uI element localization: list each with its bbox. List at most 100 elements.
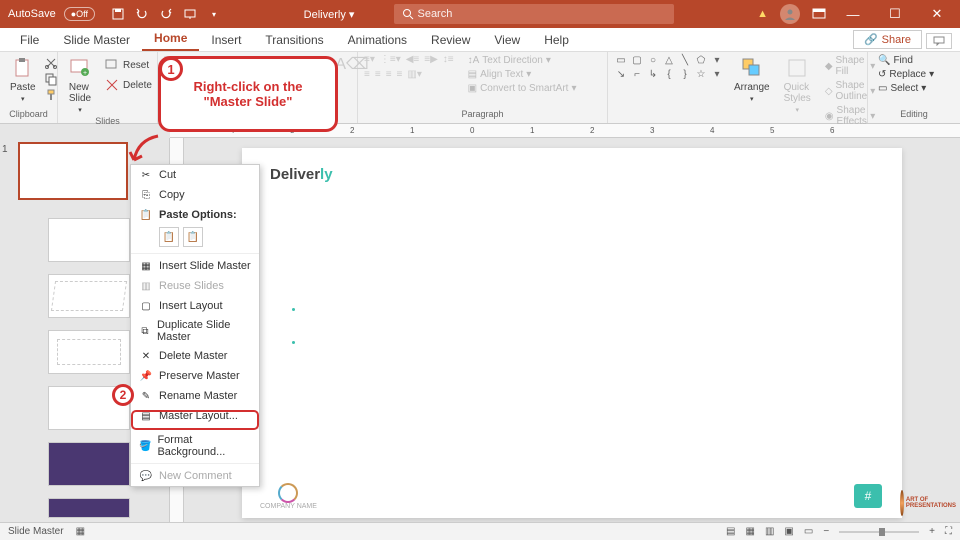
preserve-icon: 📌 [139, 369, 153, 383]
master-slide-canvas[interactable]: Deliverly COMPANY NAME # [242, 148, 902, 518]
ctx-preserve-master[interactable]: 📌Preserve Master [131, 366, 259, 386]
align-left-icon[interactable]: ≡ [364, 69, 370, 80]
status-mode-label: Slide Master [8, 526, 64, 537]
warning-icon[interactable]: ▲ [757, 8, 768, 20]
document-title[interactable]: Deliverly ▾ [304, 8, 355, 21]
ctx-master-layout[interactable]: ▤Master Layout... [131, 406, 259, 426]
tab-animations[interactable]: Animations [336, 29, 419, 51]
columns-icon[interactable]: ▥▾ [407, 69, 421, 80]
ctx-copy[interactable]: ⎘Copy [131, 185, 259, 205]
close-button[interactable]: ✕ [922, 6, 952, 22]
select-button[interactable]: ▭Select ▾ [874, 82, 930, 95]
title-bar: AutoSave ● Off ▾ Deliverly ▾ Search ▲ — … [0, 0, 960, 28]
accessibility-icon[interactable]: ▦ [76, 526, 85, 537]
find-button[interactable]: 🔍Find [874, 54, 917, 67]
annotation-arrow [128, 130, 168, 170]
ctx-delete-master[interactable]: ✕Delete Master [131, 346, 259, 366]
align-center-icon[interactable]: ≡ [375, 69, 381, 80]
increase-indent-icon[interactable]: ≡▶ [424, 54, 438, 65]
new-slide-button[interactable]: + New Slide▾ [64, 54, 96, 116]
cut-icon[interactable] [44, 56, 58, 70]
arrange-button[interactable]: Arrange▾ [730, 54, 774, 105]
annotation-badge-1: 1 [159, 57, 183, 81]
align-right-icon[interactable]: ≡ [386, 69, 392, 80]
ctx-insert-layout[interactable]: ▢Insert Layout [131, 296, 259, 316]
reading-view-icon[interactable]: ▣ [784, 526, 793, 537]
tab-transitions[interactable]: Transitions [253, 29, 335, 51]
sorter-view-icon[interactable]: ▥ [765, 526, 774, 537]
start-slideshow-icon[interactable] [183, 7, 197, 21]
insert-master-icon: ▦ [139, 259, 153, 273]
convert-smartart-button[interactable]: ▣Convert to SmartArt ▾ [464, 82, 581, 95]
shape-fill-icon: ◆ [825, 61, 833, 72]
layout-thumbnail-2[interactable] [48, 274, 130, 318]
master-slide-thumbnail[interactable] [18, 142, 128, 200]
slide-canvas-area[interactable]: Deliverly COMPANY NAME # [184, 138, 960, 528]
ctx-format-background[interactable]: 🪣Format Background... [131, 431, 259, 461]
tab-slide-master[interactable]: Slide Master [51, 29, 142, 51]
tab-home[interactable]: Home [142, 27, 199, 51]
normal-view-icon[interactable]: ▦ [746, 526, 755, 537]
qat-dropdown-icon[interactable]: ▾ [207, 7, 221, 21]
copy-icon[interactable] [44, 72, 58, 86]
autosave-label: AutoSave [8, 8, 56, 20]
master-number: 1 [2, 144, 8, 155]
layout-thumbnail-3[interactable] [48, 330, 130, 374]
search-box[interactable]: Search [394, 4, 674, 24]
share-button[interactable]: 🔗 Share [853, 30, 922, 49]
delete-button[interactable]: Delete [100, 76, 156, 94]
layout-thumbnail-6[interactable] [48, 498, 130, 518]
duplicate-icon: ⧉ [139, 324, 151, 338]
redo-icon[interactable] [159, 7, 173, 21]
tab-review[interactable]: Review [419, 29, 482, 51]
notes-button-icon[interactable]: ▤ [726, 526, 735, 537]
decrease-indent-icon[interactable]: ◀≡ [406, 54, 420, 65]
replace-button[interactable]: ↺Replace ▾ [874, 68, 938, 81]
align-text-button[interactable]: ▤Align Text ▾ [464, 68, 581, 81]
save-icon[interactable] [111, 7, 125, 21]
paste-option-theme[interactable]: 📋 [159, 227, 179, 247]
ribbon-display-icon[interactable] [812, 8, 826, 20]
paste-button[interactable]: Paste▾ [6, 54, 40, 105]
fit-window-button[interactable]: ⛶ [945, 526, 952, 537]
slideshow-view-icon[interactable]: ▭ [804, 526, 813, 537]
tab-file[interactable]: File [8, 29, 51, 51]
undo-icon[interactable] [135, 7, 149, 21]
text-direction-button[interactable]: ↕AText Direction ▾ [464, 54, 581, 67]
line-spacing-icon[interactable]: ↕≡ [443, 54, 454, 65]
shape-effects-icon: ◉ [825, 111, 834, 122]
zoom-out-button[interactable]: − [823, 526, 829, 537]
shapes-gallery[interactable]: ▭▢○△╲⬠▾ ↘⌐↳{}☆▾ [614, 54, 724, 80]
maximize-button[interactable]: ☐ [880, 6, 910, 22]
select-icon: ▭ [878, 83, 887, 94]
page-number-placeholder: # [854, 484, 882, 508]
paste-option-source[interactable]: 📋 [183, 227, 203, 247]
ctx-rename-master[interactable]: ✎Rename Master [131, 386, 259, 406]
zoom-in-button[interactable]: + [929, 526, 935, 537]
tab-help[interactable]: Help [532, 29, 581, 51]
reset-button[interactable]: Reset [100, 56, 156, 74]
paste-icon [11, 56, 35, 80]
tab-view[interactable]: View [482, 29, 532, 51]
format-painter-icon[interactable] [44, 88, 58, 102]
justify-icon[interactable]: ≡ [397, 69, 403, 80]
shape-outline-icon: ◇ [825, 86, 833, 97]
comments-button[interactable] [926, 33, 952, 49]
zoom-slider[interactable] [839, 531, 919, 533]
numbering-icon[interactable]: ⋮≡▾ [380, 54, 401, 65]
layout-thumbnail-1[interactable] [48, 218, 130, 262]
account-avatar[interactable] [780, 4, 800, 24]
ctx-insert-slide-master[interactable]: ▦Insert Slide Master [131, 256, 259, 276]
tab-insert[interactable]: Insert [199, 29, 253, 51]
ctx-new-comment: 💬New Comment [131, 466, 259, 486]
minimize-button[interactable]: — [838, 7, 868, 22]
paste-icon: 📋 [139, 208, 153, 222]
status-bar: Slide Master ▦ ▤ ▦ ▥ ▣ ▭ − + ⛶ [0, 522, 960, 540]
quick-styles-button[interactable]: Quick Styles▾ [780, 54, 815, 116]
layout-thumbnail-5[interactable] [48, 442, 130, 486]
quick-styles-icon [785, 56, 809, 80]
cut-icon: ✂ [139, 168, 153, 182]
autosave-toggle[interactable]: ● Off [64, 7, 95, 21]
bullets-icon[interactable]: ≡▾ [364, 54, 375, 65]
ctx-duplicate-master[interactable]: ⧉Duplicate Slide Master [131, 316, 259, 346]
